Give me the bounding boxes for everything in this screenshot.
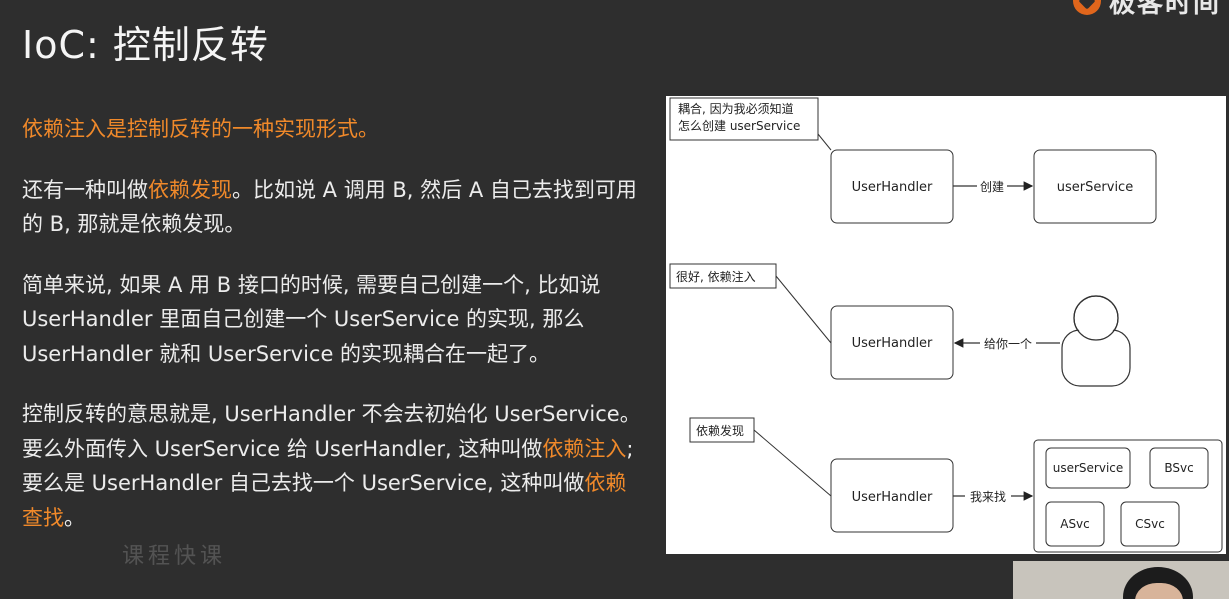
userservice-label: userService <box>1057 180 1133 195</box>
note-connector <box>753 429 832 497</box>
userhandler-label-2: UserHandler <box>852 336 933 351</box>
svc-userservice-label: userService <box>1053 461 1124 475</box>
svc-csvc-label: CSvc <box>1135 517 1165 531</box>
note-discovery-label: 依赖发现 <box>696 423 744 438</box>
note-connector <box>775 275 832 344</box>
highlight-dependency-discovery: 依赖发现 <box>148 177 232 202</box>
note-coupling-line2: 怎么创建 userService <box>678 118 800 133</box>
arrow-find-label: 我来找 <box>970 490 1006 504</box>
userhandler-label-1: UserHandler <box>852 180 933 195</box>
logo-text: 极客时间 <box>1108 0 1221 19</box>
paragraph-coupling: 简单来说, 如果 A 用 B 接口的时候, 需要自己创建一个, 比如说 User… <box>22 272 601 366</box>
note-injection-label: 很好, 依赖注入 <box>676 269 756 284</box>
paragraph-text: 还有一种叫做 <box>22 177 148 202</box>
userhandler-label-3: UserHandler <box>852 490 933 505</box>
watermark: 课程快课 <box>122 544 227 569</box>
arrow-create-label: 创建 <box>980 180 1004 194</box>
highlight-dependency-injection: 依赖注入 <box>542 436 627 461</box>
presenter-webcam <box>1013 561 1229 599</box>
arrow-give-label: 给你一个 <box>984 337 1032 351</box>
note-connector <box>817 133 832 151</box>
logo-icon <box>1072 0 1101 15</box>
paragraph-lead: 依赖注入是控制反转的一种实现形式。 <box>22 117 379 141</box>
slide-title: IoC: 控制反转 <box>22 23 269 67</box>
brand-logo: 极客时间 <box>1072 0 1221 19</box>
svc-asvc-label: ASvc <box>1060 517 1090 531</box>
paragraph-text: 。 <box>64 505 85 530</box>
diagram-svg: 耦合, 因为我必须知道 怎么创建 userService UserHandler… <box>669 97 1223 553</box>
ioc-diagram: 耦合, 因为我必须知道 怎么创建 userService UserHandler… <box>666 96 1226 554</box>
text-column: 依赖注入是控制反转的一种实现形式。 还有一种叫做依赖发现。比如说 A 调用 B,… <box>22 112 642 561</box>
person-icon <box>1061 295 1131 387</box>
note-coupling-line1: 耦合, 因为我必须知道 <box>678 101 794 116</box>
paragraph-discovery: 还有一种叫做依赖发现。比如说 A 调用 B, 然后 A 自己去找到可用的 B, … <box>22 173 642 242</box>
paragraph-ioc-meaning: 控制反转的意思就是, UserHandler 不会去初始化 UserServic… <box>22 397 642 535</box>
svc-bsvc-label: BSvc <box>1164 461 1193 475</box>
